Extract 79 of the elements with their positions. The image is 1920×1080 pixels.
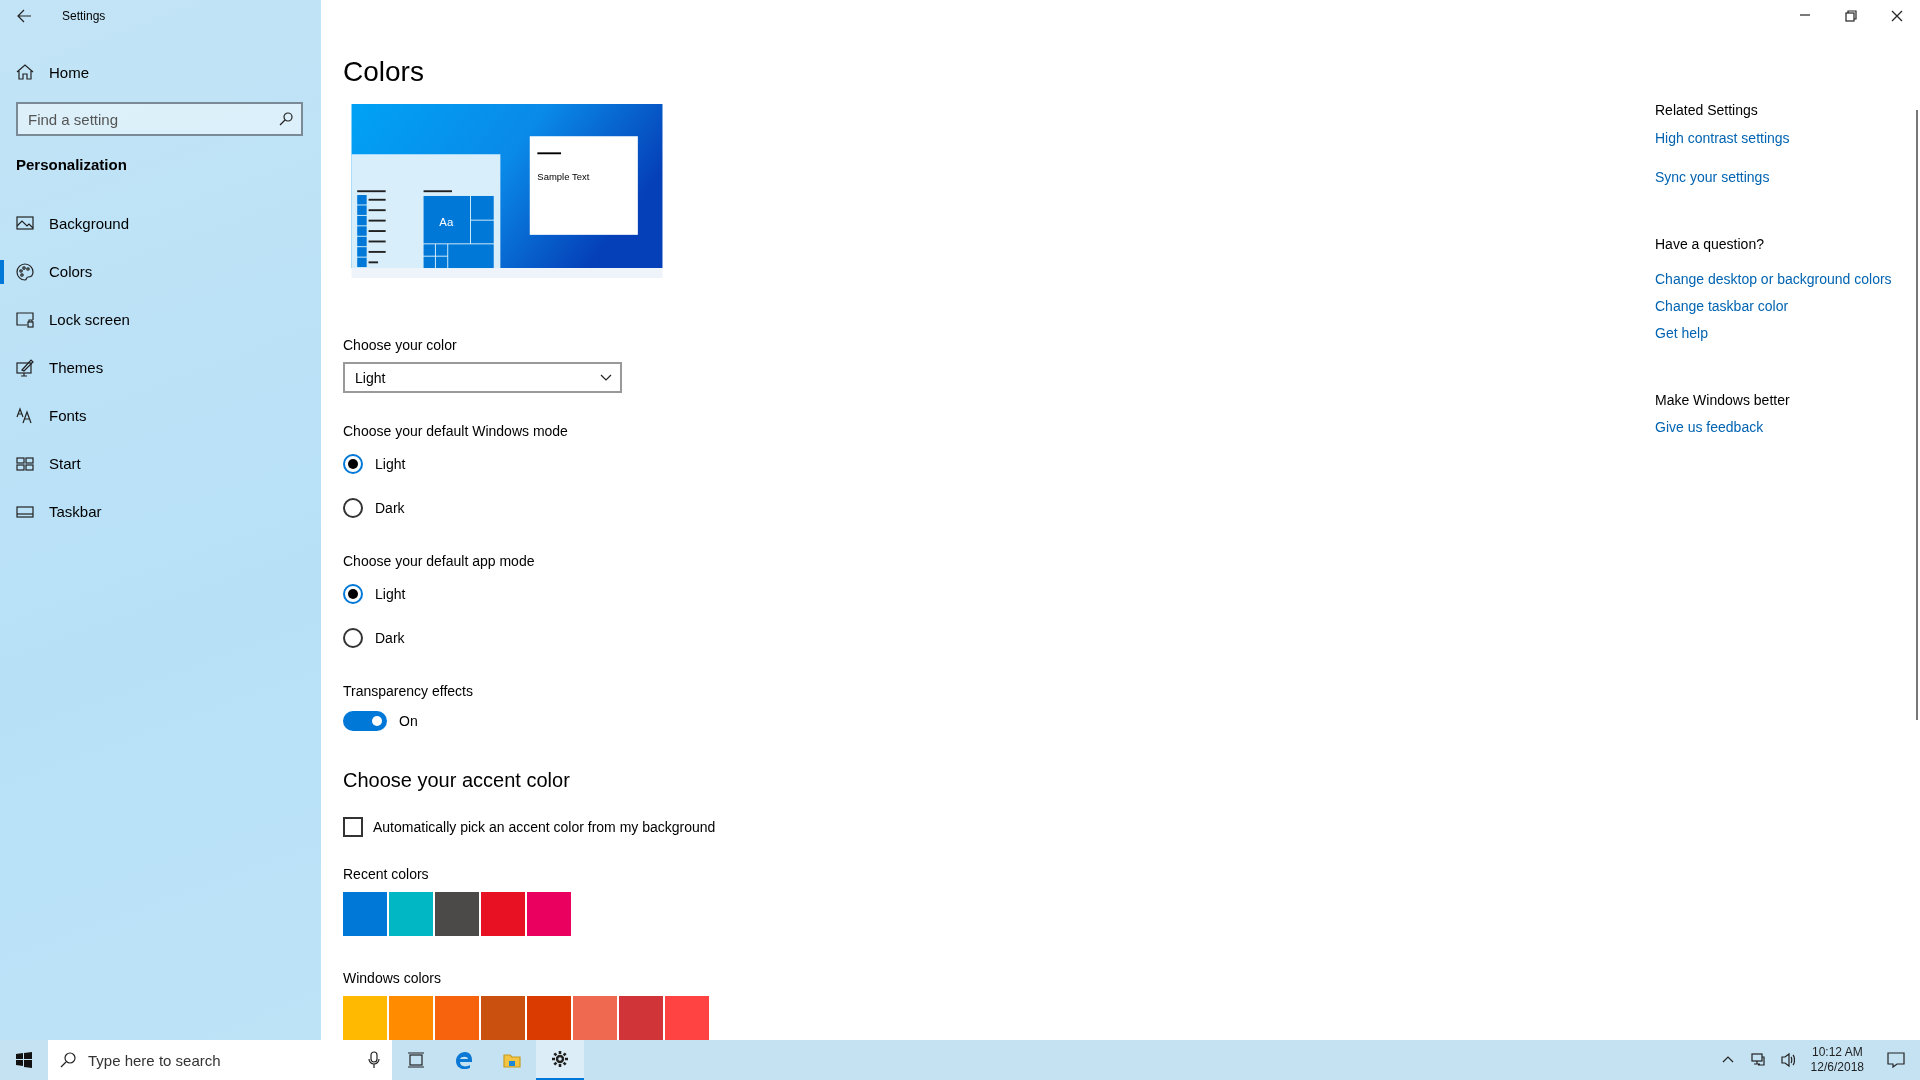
related-heading: Make Windows better bbox=[1655, 391, 1790, 410]
color-swatch[interactable] bbox=[481, 996, 525, 1040]
nav-item[interactable]: Themes bbox=[0, 344, 321, 392]
picture-icon bbox=[16, 215, 34, 233]
clock-date[interactable]: 12/6/2018 bbox=[1810, 1060, 1864, 1075]
home-icon bbox=[16, 63, 34, 81]
group-label: Choose your default app mode bbox=[343, 552, 535, 571]
task-view-icon bbox=[407, 1051, 425, 1069]
help-link[interactable]: Change taskbar color bbox=[1655, 296, 1789, 316]
group-label: Choose your default Windows mode bbox=[343, 422, 568, 441]
color-swatch[interactable] bbox=[573, 996, 617, 1040]
microphone-icon bbox=[368, 1051, 380, 1069]
browser-e-icon bbox=[455, 1051, 473, 1069]
help-link[interactable]: Change desktop or background colors bbox=[1655, 269, 1892, 289]
tiles-icon bbox=[16, 455, 34, 473]
taskbar-search-field[interactable]: Type here to search bbox=[48, 1040, 392, 1080]
search-icon bbox=[60, 1052, 76, 1068]
palette-label: Recent colors bbox=[343, 865, 429, 884]
clock-time[interactable]: 10:12 AM bbox=[1811, 1045, 1863, 1060]
folder-icon bbox=[503, 1051, 521, 1069]
page-title: Colors bbox=[343, 55, 424, 89]
help-link[interactable]: Sync your settings bbox=[1655, 167, 1770, 187]
nav-item[interactable]: Lock screen bbox=[0, 296, 321, 344]
color-swatch[interactable] bbox=[389, 996, 433, 1040]
color-swatch[interactable] bbox=[343, 996, 387, 1040]
font-icon bbox=[16, 407, 34, 425]
help-link[interactable]: Get help bbox=[1655, 323, 1708, 343]
taskbar-app-button[interactable] bbox=[536, 1040, 584, 1080]
toggle-state: On bbox=[399, 712, 418, 731]
windows-logo-icon bbox=[16, 1052, 32, 1068]
setting-label: Transparency effects bbox=[343, 682, 473, 701]
color-swatch[interactable] bbox=[343, 892, 387, 936]
radio-button[interactable]: Light bbox=[343, 584, 406, 604]
palette-label: Windows colors bbox=[343, 969, 442, 988]
nav-item[interactable]: Taskbar bbox=[0, 488, 321, 536]
close-icon bbox=[1891, 10, 1903, 22]
nav-item[interactable]: Background bbox=[0, 200, 321, 248]
section-heading: Choose your accent color bbox=[343, 768, 570, 793]
palette-icon bbox=[16, 263, 34, 281]
related-heading: Related Settings bbox=[1655, 101, 1758, 120]
color-swatch[interactable] bbox=[619, 996, 663, 1040]
color-swatch[interactable] bbox=[481, 892, 525, 936]
taskbar-icon bbox=[16, 503, 34, 521]
window-title: Settings bbox=[62, 9, 106, 23]
color-swatch[interactable] bbox=[665, 996, 709, 1040]
nav-item[interactable]: Start bbox=[0, 440, 321, 488]
section-heading: Personalization bbox=[16, 155, 127, 175]
color-dropdown[interactable]: Light bbox=[343, 362, 622, 393]
network-icon bbox=[1750, 1052, 1765, 1068]
search-field[interactable]: Find a setting bbox=[16, 102, 303, 136]
color-swatch[interactable] bbox=[435, 892, 479, 936]
radio-button[interactable]: Dark bbox=[343, 628, 405, 648]
nav-item[interactable]: Fonts bbox=[0, 392, 321, 440]
sample-text: Sample Text bbox=[537, 170, 590, 182]
color-swatch[interactable] bbox=[527, 996, 571, 1040]
settings-icon bbox=[551, 1050, 569, 1068]
scrollbar-thumb[interactable] bbox=[1916, 110, 1918, 720]
speech-bubble-icon bbox=[1887, 1051, 1905, 1069]
back-arrow-icon bbox=[16, 8, 32, 24]
lock-screen-icon bbox=[16, 311, 34, 329]
tile-label: Aa bbox=[439, 216, 454, 229]
color-swatch[interactable] bbox=[527, 892, 571, 936]
chevron-down-icon bbox=[600, 373, 612, 382]
color-swatch[interactable] bbox=[435, 996, 479, 1040]
speaker-icon bbox=[1780, 1052, 1795, 1068]
field-label: Choose your color bbox=[343, 336, 457, 356]
related-heading: Have a question? bbox=[1655, 235, 1764, 254]
radio-button[interactable]: Dark bbox=[343, 498, 405, 518]
toggle-switch[interactable] bbox=[343, 711, 387, 731]
help-link[interactable]: Give us feedback bbox=[1655, 417, 1764, 437]
restore-icon bbox=[1845, 10, 1857, 22]
home-link[interactable]: Home bbox=[0, 48, 321, 96]
color-swatch[interactable] bbox=[389, 892, 433, 936]
help-link[interactable]: High contrast settings bbox=[1655, 128, 1790, 148]
search-icon bbox=[279, 112, 293, 126]
nav-item[interactable]: Colors bbox=[0, 248, 321, 296]
radio-button[interactable]: Light bbox=[343, 454, 406, 474]
checkbox[interactable]: Automatically pick an accent color from my background bbox=[343, 817, 716, 837]
brush-monitor-icon bbox=[16, 359, 34, 377]
